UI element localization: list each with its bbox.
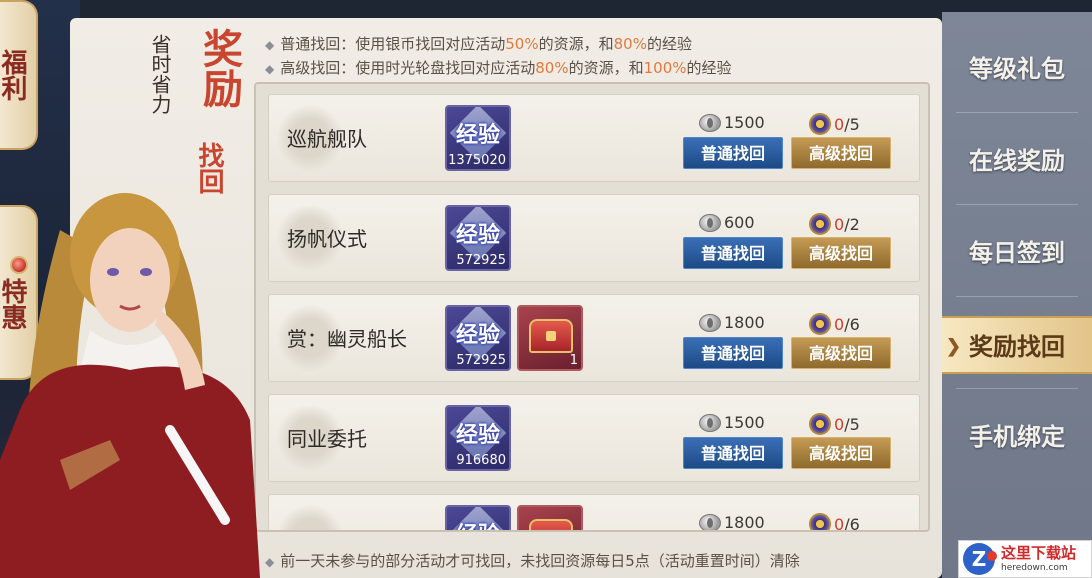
exp-amount: 572925: [456, 353, 506, 368]
silver-cost: 1500: [699, 413, 765, 432]
silver-cost: 1500: [699, 113, 765, 132]
diamond-bullet-icon: ◆: [265, 62, 275, 76]
silver-cost: 1800: [699, 513, 765, 530]
silver-cost: 600: [699, 213, 755, 232]
exp-item[interactable]: 经验: [445, 505, 511, 530]
time-wheel-icon: [809, 413, 831, 435]
eye-left: [107, 268, 119, 276]
side-tab-welfare-label: 福利: [0, 49, 27, 101]
nav-item-phone-binding[interactable]: 手机绑定: [942, 408, 1092, 466]
time-wheel-icon: [809, 313, 831, 335]
time-wheel-icon: [809, 113, 831, 135]
silver-coin-icon: [699, 213, 721, 232]
normal-recover-button[interactable]: 普通找回: [683, 237, 783, 269]
treasure-chest-icon: [529, 519, 573, 530]
time-wheel-icon: [809, 513, 831, 530]
chevron-right-icon: ❯: [946, 336, 962, 357]
nav-item-reward-recovery[interactable]: ❯ 奖励找回: [942, 316, 1092, 374]
advanced-count: 0/5: [809, 413, 860, 435]
normal-recover-button[interactable]: 普通找回: [683, 437, 783, 469]
diamond-bullet-icon: ◆: [265, 38, 275, 52]
exp-item[interactable]: 经验 1375020: [445, 105, 511, 171]
emblem-icon: [277, 505, 343, 530]
nav-divider: [956, 204, 1078, 205]
diamond-bullet-icon: ◆: [265, 555, 275, 569]
nav-item-daily-signin[interactable]: 每日签到: [942, 224, 1092, 282]
page-title-small: 找回: [194, 142, 224, 194]
watermark: Z 这里下载站 heredown.com: [958, 540, 1092, 578]
advanced-count: 0/6: [809, 513, 860, 530]
advanced-recover-button[interactable]: 高级找回: [791, 337, 891, 369]
character-portrait: [0, 193, 260, 578]
watermark-url: heredown.com: [1001, 563, 1068, 573]
treasure-chest-item[interactable]: [517, 505, 583, 530]
treasure-chest-icon: [529, 319, 573, 353]
watermark-logo-icon: Z: [963, 543, 997, 575]
exp-amount: 572925: [456, 253, 506, 268]
exp-amount: 1375020: [448, 153, 506, 168]
activity-name: 巡航舰队: [287, 127, 367, 151]
list-item: 赏：幽灵船长 经验 572925 1 1800 0/6 普通找回 高级找回: [268, 294, 920, 382]
advanced-count: 0/5: [809, 113, 860, 135]
silver-coin-icon: [699, 413, 721, 432]
activity-name: 同业委托: [287, 427, 367, 451]
subtitle: 省时省力: [148, 34, 172, 114]
eye-right: [140, 268, 152, 276]
advanced-recover-button[interactable]: 高级找回: [791, 237, 891, 269]
nav-item-level-gift[interactable]: 等级礼包: [942, 40, 1092, 98]
watermark-title: 这里下载站: [1001, 544, 1077, 562]
advanced-count: 0/6: [809, 313, 860, 335]
list-item: 经验 1800 0/6: [268, 494, 920, 530]
normal-recover-button[interactable]: 普通找回: [683, 137, 783, 169]
silver-coin-icon: [699, 313, 721, 332]
footer-note: ◆ 前一天未参与的部分活动才可找回，未找回资源每日5点（活动重置时间）清除: [265, 552, 800, 570]
activity-name: 赏：幽灵船长: [287, 327, 407, 351]
info-lines: ◆ 普通找回：使用银币找回对应活动50%的资源，和80%的经验 ◆ 高级找回：使用时…: [265, 32, 732, 80]
advanced-count: 0/2: [809, 213, 860, 235]
dress: [0, 364, 260, 578]
reward-list[interactable]: 巡航舰队 经验 1375020 1500 0/5 普通找回 高级找回 扬帆仪式 …: [254, 82, 930, 532]
activity-name: 扬帆仪式: [287, 227, 367, 251]
exp-amount: 916680: [456, 453, 506, 468]
side-tab-welfare[interactable]: 福利: [0, 0, 38, 150]
info-line-advanced: ◆ 高级找回：使用时光轮盘找回对应活动80%的资源，和100%的经验: [265, 59, 732, 77]
silver-coin-icon: [699, 113, 721, 132]
right-nav: 等级礼包 在线奖励 每日签到 ❯ 奖励找回 手机绑定: [942, 12, 1092, 578]
nav-divider: [956, 112, 1078, 113]
chest-amount: 1: [569, 353, 578, 368]
silver-coin-icon: [699, 513, 721, 530]
list-item: 同业委托 经验 916680 1500 0/5 普通找回 高级找回: [268, 394, 920, 482]
normal-recover-button[interactable]: 普通找回: [683, 337, 783, 369]
nav-item-online-reward[interactable]: 在线奖励: [942, 132, 1092, 190]
treasure-chest-item[interactable]: 1: [517, 305, 583, 371]
advanced-recover-button[interactable]: 高级找回: [791, 137, 891, 169]
list-item: 扬帆仪式 经验 572925 600 0/2 普通找回 高级找回: [268, 194, 920, 282]
page-title: 奖励: [196, 28, 243, 108]
nav-divider: [956, 296, 1078, 297]
exp-item[interactable]: 经验 916680: [445, 405, 511, 471]
exp-item[interactable]: 经验 572925: [445, 205, 511, 271]
silver-cost: 1800: [699, 313, 765, 332]
exp-item[interactable]: 经验 572925: [445, 305, 511, 371]
info-line-normal: ◆ 普通找回：使用银币找回对应活动50%的资源，和80%的经验: [265, 35, 692, 53]
nav-divider: [956, 388, 1078, 389]
advanced-recover-button[interactable]: 高级找回: [791, 437, 891, 469]
list-item: 巡航舰队 经验 1375020 1500 0/5 普通找回 高级找回: [268, 94, 920, 182]
time-wheel-icon: [809, 213, 831, 235]
